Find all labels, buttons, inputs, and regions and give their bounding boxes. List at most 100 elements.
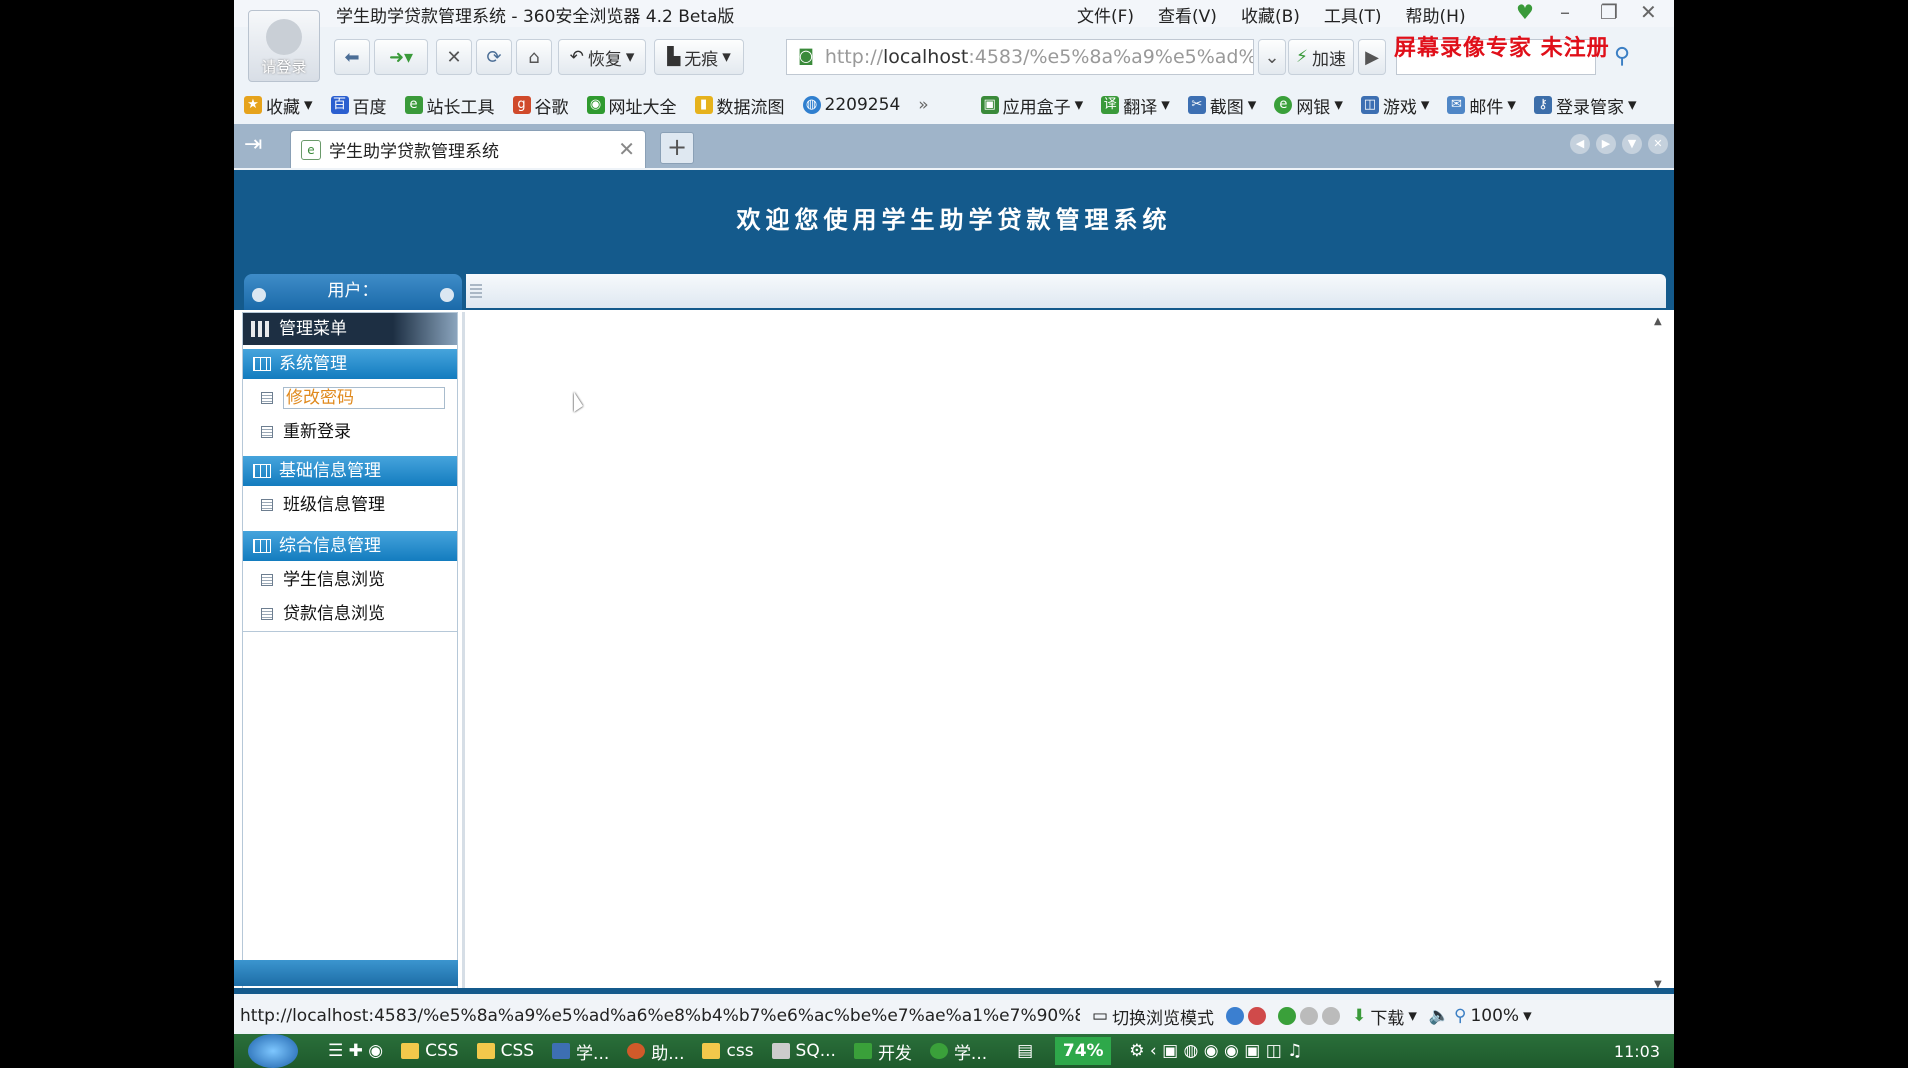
- more-favorites-icon[interactable]: »: [918, 95, 928, 115]
- games-menu[interactable]: ◫ 游戏 ▾: [1360, 93, 1429, 118]
- download-icon: ⬇: [1352, 1006, 1367, 1026]
- group-icon: [253, 357, 271, 371]
- close-window-button[interactable]: ✕: [1640, 0, 1657, 24]
- chevron-down-icon: ▾: [722, 47, 731, 67]
- tab-list-icon[interactable]: ▼: [1622, 134, 1642, 154]
- app-box-menu[interactable]: ▣ 应用盒子 ▾: [980, 93, 1083, 118]
- user-strip: [466, 274, 1666, 308]
- game-icon: ◫: [1360, 96, 1379, 114]
- fav-google[interactable]: g 谷歌: [512, 93, 569, 118]
- restore-button[interactable]: ↶ 恢复 ▾: [558, 39, 646, 75]
- stop-icon: ✕: [446, 46, 462, 68]
- back-button[interactable]: ⬅: [334, 39, 370, 75]
- screenshot-menu[interactable]: ✂ 截图 ▾: [1187, 93, 1256, 118]
- zoom-button[interactable]: 🔈 ⚲ 100% ▾: [1429, 1006, 1532, 1026]
- fav-url-directory[interactable]: ◉ 网址大全: [586, 93, 677, 118]
- chevron-down-icon: ▾: [304, 95, 313, 115]
- fav-webmaster-tools[interactable]: e 站长工具: [404, 93, 495, 118]
- download-button[interactable]: ⬇ 下载 ▾: [1352, 1004, 1417, 1029]
- refresh-button[interactable]: ⟳: [476, 39, 512, 75]
- user-panel: 用户：: [244, 274, 462, 310]
- bank-icon: e: [1274, 96, 1293, 114]
- page-icon: e: [301, 139, 321, 160]
- menu-tools[interactable]: 工具(T): [1324, 2, 1382, 27]
- drag-handle-icon[interactable]: [470, 284, 482, 298]
- menu-help[interactable]: 帮助(H): [1406, 2, 1466, 27]
- database-icon: [771, 1043, 790, 1059]
- switch-mode-button[interactable]: ▭ 切换浏览模式: [1092, 1004, 1214, 1029]
- group-icon: [253, 539, 271, 553]
- address-dropdown-button[interactable]: ⌄: [1258, 39, 1286, 75]
- forward-button[interactable]: ➜▾: [374, 39, 428, 75]
- fav-baidu[interactable]: 百百度: [330, 93, 387, 118]
- menu-view[interactable]: 查看(V): [1158, 2, 1217, 27]
- address-bar[interactable]: ◙ http://localhost:4583/%e5%8a%a9%e5%ad%: [786, 39, 1254, 75]
- tray-icons[interactable]: ⚙ ‹ ▣ ◍ ◉ ◉ ▣ ◫ ♫: [1129, 1041, 1302, 1061]
- menu-item-relogin[interactable]: 重新登录: [243, 417, 457, 447]
- login-manager-menu[interactable]: ⚷ 登录管家 ▾: [1533, 93, 1637, 118]
- taskbar-item-dev[interactable]: 开发: [853, 1039, 912, 1064]
- window-title: 学生助学贷款管理系统 - 360安全浏览器 4.2 Beta版: [336, 7, 735, 27]
- fav-2209254[interactable]: ◍ 2209254: [802, 95, 900, 115]
- ie-icon[interactable]: [1226, 1007, 1267, 1025]
- new-tab-button[interactable]: +: [660, 132, 694, 164]
- menu-item-class-info[interactable]: 班级信息管理: [243, 490, 457, 520]
- translate-menu[interactable]: 译翻译 ▾: [1101, 93, 1170, 118]
- menu-favorites[interactable]: 收藏(B): [1241, 2, 1300, 27]
- tab-left-icon[interactable]: ◀: [1570, 134, 1590, 154]
- mail-menu[interactable]: ✉ 邮件 ▾: [1447, 93, 1516, 118]
- menu-item-change-password[interactable]: 修改密码: [243, 383, 457, 413]
- box-icon: ▣: [980, 96, 999, 114]
- content-frame: ▲ ▼: [462, 312, 1674, 994]
- search-icon[interactable]: ⚲: [1614, 44, 1630, 69]
- window-icon: ▭: [1092, 1006, 1109, 1026]
- scroll-up-icon[interactable]: ▲: [1654, 316, 1662, 327]
- group-system-management[interactable]: 系统管理: [243, 349, 457, 379]
- taskbar-item-css-3[interactable]: css: [702, 1041, 754, 1061]
- maximize-button[interactable]: ❐: [1600, 0, 1618, 24]
- tab-close-all-icon[interactable]: ✕: [1648, 134, 1668, 154]
- title-bar: 学生助学贷款管理系统 - 360安全浏览器 4.2 Beta版 文件(F) 查看…: [234, 0, 1674, 27]
- content-scrollbar[interactable]: ▲ ▼: [1650, 312, 1668, 994]
- page-banner: 欢迎您使用学生助学贷款管理系统: [234, 170, 1674, 270]
- taskbar-item-word[interactable]: 学...: [552, 1039, 609, 1064]
- close-tab-icon[interactable]: ✕: [618, 137, 635, 161]
- toggle-icon[interactable]: [1278, 1007, 1341, 1025]
- quicklaunch-icons[interactable]: ☰ ✚ ◉: [328, 1041, 383, 1061]
- chevron-down-icon: ▾: [1408, 1006, 1417, 1026]
- taskbar-item-help[interactable]: 助...: [627, 1039, 684, 1064]
- fav-data-flow[interactable]: ▮ 数据流图: [694, 93, 785, 118]
- battery-indicator: 74%: [1055, 1037, 1112, 1065]
- taskbar-item-browser[interactable]: 学...: [929, 1039, 987, 1064]
- browser-icon: [929, 1043, 948, 1059]
- start-button[interactable]: [248, 1034, 298, 1068]
- folder-icon: [476, 1043, 495, 1059]
- accelerate-button[interactable]: ⚡ 加速: [1288, 39, 1354, 75]
- favorites-menu[interactable]: ★ 收藏 ▾: [244, 93, 313, 118]
- tab-right-icon[interactable]: ▶: [1596, 134, 1616, 154]
- address-url: http://localhost:4583/%e5%8a%a9%e5%ad%: [824, 46, 1253, 68]
- document-icon: [261, 608, 273, 620]
- home-button[interactable]: ⌂: [516, 39, 552, 75]
- group-basic-info-management[interactable]: 基础信息管理: [243, 456, 457, 486]
- back-arrow-icon: ⬅: [344, 46, 360, 68]
- minimize-button[interactable]: –: [1560, 0, 1570, 24]
- menu-item-loan-info[interactable]: 贷款信息浏览: [243, 599, 457, 629]
- stop-button[interactable]: ✕: [436, 39, 472, 75]
- incognito-button[interactable]: ▙ 无痕 ▾: [654, 39, 744, 75]
- group-comprehensive-info[interactable]: 综合信息管理: [243, 531, 457, 561]
- sidebar-toggle-icon[interactable]: ⇥: [244, 132, 262, 157]
- bank-menu[interactable]: e 网银 ▾: [1274, 93, 1343, 118]
- taskbar-item-css-2[interactable]: CSS: [476, 1041, 534, 1061]
- go-button[interactable]: ▶: [1358, 39, 1386, 75]
- chevron-down-icon: ▾: [625, 47, 635, 67]
- sidebar-menu: 管理菜单 系统管理 修改密码 重新登录 基础信息管理 班级信息管理 综合信息管理…: [242, 312, 458, 994]
- keyboard-icon[interactable]: ▤: [1017, 1041, 1033, 1061]
- skin-icon[interactable]: ♥: [1516, 0, 1534, 24]
- menu-file[interactable]: 文件(F): [1077, 2, 1134, 27]
- menu-item-student-info[interactable]: 学生信息浏览: [243, 565, 457, 595]
- tab-loan-system[interactable]: e 学生助学贷款管理系统 ✕: [290, 130, 646, 168]
- taskbar-item-css-1[interactable]: CSS: [401, 1041, 459, 1061]
- translate-icon: 译: [1101, 96, 1120, 114]
- taskbar-item-sql[interactable]: SQ...: [771, 1041, 836, 1061]
